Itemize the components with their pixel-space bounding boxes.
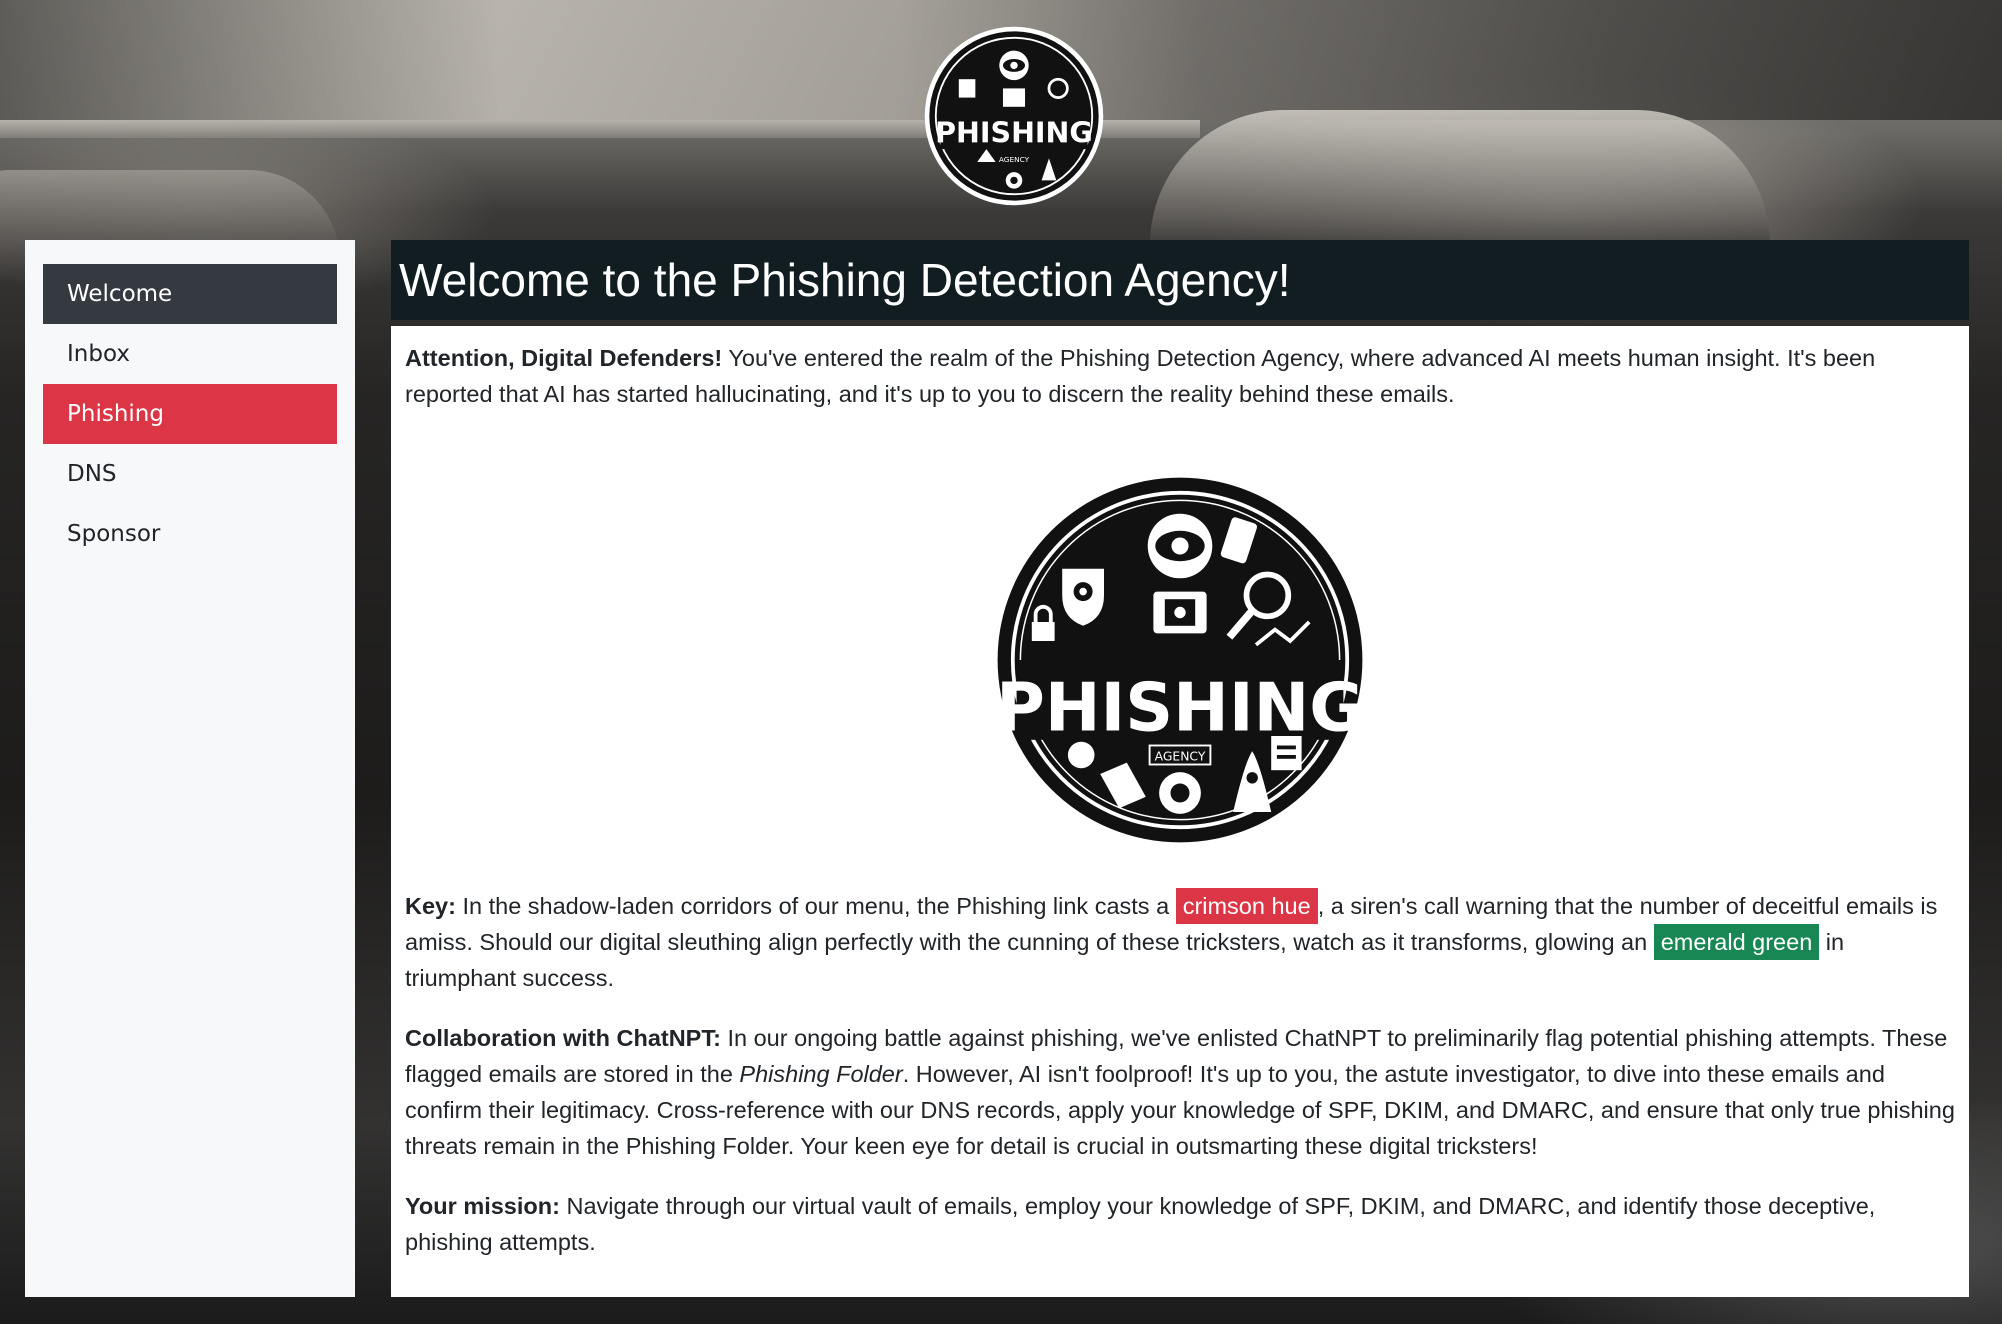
crimson-hue-badge: crimson hue [1175, 888, 1318, 924]
mission-lead: Your mission: [405, 1193, 560, 1219]
top-logo-subtext: AGENCY [999, 155, 1030, 164]
mission-text: Navigate through our virtual vault of em… [405, 1193, 1876, 1255]
main-content: Attention, Digital Defenders! You've ent… [391, 326, 1969, 1297]
sidebar-item-phishing[interactable]: Phishing [43, 384, 337, 444]
intro-paragraph: Attention, Digital Defenders! You've ent… [405, 340, 1955, 412]
center-logo-subtext: AGENCY [1155, 750, 1206, 764]
key-paragraph: Key: In the shadow-laden corridors of ou… [405, 888, 1955, 996]
phishing-agency-logo-icon: PHISHING AGENCY [991, 471, 1369, 849]
phishing-agency-logo-icon: PHISHING AGENCY [924, 26, 1104, 206]
collaboration-lead: Collaboration with ChatNPT: [405, 1025, 721, 1051]
sidebar-item-sponsor[interactable]: Sponsor [43, 504, 337, 564]
sidebar: Welcome Inbox Phishing DNS Sponsor [25, 240, 355, 1297]
intro-lead: Attention, Digital Defenders! [405, 345, 723, 371]
top-logo-text: PHISHING [935, 117, 1093, 150]
sidebar-item-welcome[interactable]: Welcome [43, 264, 337, 324]
center-logo-text: PHISHING [996, 668, 1364, 746]
mission-paragraph: Your mission: Navigate through our virtu… [405, 1188, 1955, 1260]
collaboration-paragraph: Collaboration with ChatNPT: In our ongoi… [405, 1020, 1955, 1164]
page-header: Welcome to the Phishing Detection Agency… [391, 240, 1969, 320]
key-text-1: In the shadow-laden corridors of our men… [455, 893, 1176, 919]
emerald-green-badge: emerald green [1653, 924, 1820, 960]
background-sofa-right [1150, 110, 1770, 260]
sidebar-item-dns[interactable]: DNS [43, 444, 337, 504]
phishing-folder-label: Phishing Folder [739, 1061, 903, 1087]
sidebar-item-inbox[interactable]: Inbox [43, 324, 337, 384]
page-title: Welcome to the Phishing Detection Agency… [399, 254, 1291, 306]
key-lead: Key: [405, 893, 456, 919]
